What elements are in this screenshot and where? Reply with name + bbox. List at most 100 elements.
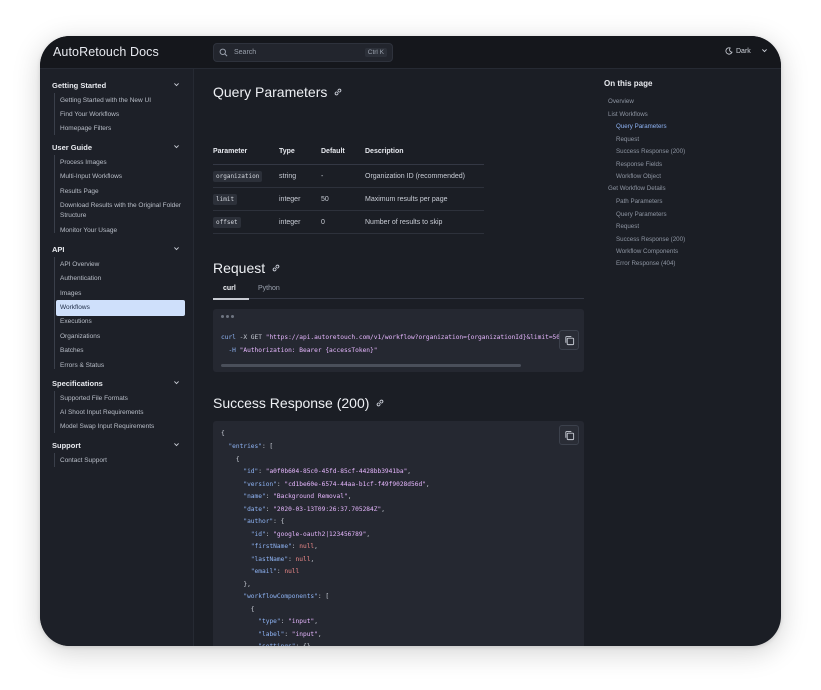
code-line: -H "Authorization: Bearer {accessToken}" (221, 347, 377, 354)
sidebar-item-getting-started-new-ui[interactable]: Getting Started with the New UI (60, 96, 184, 106)
sidebar-section-api[interactable]: API (52, 245, 180, 254)
code-command: curl (221, 334, 236, 341)
param-default: - (321, 164, 365, 188)
sidebar-item-ai-shoot-requirements[interactable]: AI Shoot Input Requirements (60, 408, 184, 418)
copy-button[interactable] (559, 330, 579, 350)
column-header: Type (279, 148, 321, 165)
json-first-name: null (299, 543, 315, 550)
moon-icon (725, 47, 733, 55)
query-parameters-table: Parameter Type Default Description organ… (213, 148, 484, 234)
sidebar-item-download-results[interactable]: Download Results with the Original Folde… (60, 201, 184, 220)
param-type: integer (279, 210, 321, 234)
link-icon[interactable] (333, 87, 343, 97)
sidebar-section-user-guide[interactable]: User Guide (52, 143, 180, 152)
sidebar-item-batches[interactable]: Batches (60, 346, 184, 356)
sidebar-item-images[interactable]: Images (60, 289, 184, 299)
horizontal-scrollbar[interactable] (221, 364, 521, 367)
chevron-down-icon (174, 381, 179, 385)
sidebar-section-support[interactable]: Support (52, 441, 180, 450)
code-line: "date": "2020-03-13T09:26:37.705284Z", (243, 506, 385, 513)
sidebar-item-supported-file-formats[interactable]: Supported File Formats (60, 394, 184, 404)
code-line: { (221, 456, 240, 463)
search-box[interactable]: Search Ctrl K (213, 43, 393, 62)
code-line: "settings": {} (221, 643, 310, 646)
link-icon[interactable] (271, 263, 281, 273)
copy-button[interactable] (559, 425, 579, 445)
json-last-name: null (295, 556, 311, 563)
site-title[interactable]: AutoRetouch Docs (53, 45, 159, 59)
json-date: 2020-03-13T09:26:37.705284Z (276, 506, 378, 513)
toc-item-list-workflows[interactable]: List Workflows (608, 111, 648, 118)
theme-toggle[interactable]: Dark (725, 47, 751, 55)
toc-item-response-fields[interactable]: Response Fields (616, 161, 662, 168)
column-header: Default (321, 148, 365, 165)
chevron-down-icon (174, 145, 179, 149)
sidebar-item-find-workflows[interactable]: Find Your Workflows (60, 110, 184, 120)
heading-text: Success Response (200) (213, 395, 370, 411)
sidebar-section-getting-started[interactable]: Getting Started (52, 81, 180, 90)
code-line: "workflowComponents": [ (243, 593, 330, 600)
window-dots (221, 315, 234, 318)
link-icon[interactable] (375, 398, 385, 408)
copy-icon (564, 430, 574, 440)
chevron-down-icon (174, 83, 179, 87)
toc-item-request[interactable]: Request (616, 136, 639, 143)
json-component-type: input (291, 618, 311, 625)
app-window: AutoRetouch Docs Search Ctrl K Dark Gett… (40, 36, 781, 646)
sidebar-item-authentication[interactable]: Authentication (60, 274, 184, 284)
toc-item-workflow-components[interactable]: Workflow Components (616, 248, 678, 255)
code-line: "lastName": null, (250, 556, 315, 563)
main-content: Query Parameters Parameter Type Default … (194, 69, 604, 646)
chevron-down-icon[interactable] (761, 47, 768, 54)
toc-item-path-parameters[interactable]: Path Parameters (616, 198, 662, 205)
param-name-cell: limit (213, 187, 279, 211)
sidebar-item-homepage-filters[interactable]: Homepage Filters (60, 124, 184, 134)
code-tabs: curl Python (213, 285, 584, 300)
sidebar-item-results-page[interactable]: Results Page (60, 187, 184, 197)
toc-item-overview[interactable]: Overview (608, 98, 634, 105)
tab-curl[interactable]: curl (223, 285, 236, 292)
sidebar-item-contact-support[interactable]: Contact Support (60, 456, 184, 466)
sidebar-section-specifications[interactable]: Specifications (52, 379, 180, 388)
param-description: Maximum results per page (365, 187, 484, 211)
code-line: "label": "input", (258, 631, 322, 638)
toc-item-request-2[interactable]: Request (616, 223, 639, 230)
sidebar-item-monitor-usage[interactable]: Monitor Your Usage (60, 226, 184, 236)
chevron-down-icon (174, 247, 179, 251)
sidebar-item-process-images[interactable]: Process Images (60, 158, 184, 168)
active-tab-indicator (213, 298, 249, 300)
sidebar-item-errors-status[interactable]: Errors & Status (60, 361, 184, 371)
code-line: { (221, 606, 255, 613)
sidebar-item-workflows[interactable]: Workflows (56, 300, 185, 316)
sidebar-item-executions[interactable]: Executions (60, 317, 184, 327)
column-header: Description (365, 148, 484, 165)
sidebar-item-organizations[interactable]: Organizations (60, 332, 184, 342)
sidebar-item-multi-input-workflows[interactable]: Multi-Input Workflows (60, 172, 184, 182)
sidebar-item-model-swap-requirements[interactable]: Model Swap Input Requirements (60, 422, 184, 432)
code-line: "entries": [ (228, 443, 274, 450)
toc-item-query-parameters-2[interactable]: Query Parameters (616, 211, 667, 218)
toc-title: On this page (604, 79, 653, 88)
on-this-page-panel: On this page Overview List Workflows Que… (604, 69, 781, 646)
sidebar-item-api-overview[interactable]: API Overview (60, 260, 184, 270)
section-title: Specifications (52, 379, 103, 388)
toc-item-query-parameters[interactable]: Query Parameters (616, 123, 667, 130)
heading-text: Request (213, 260, 266, 276)
param-name-cell: offset (213, 210, 279, 234)
section-rail (54, 391, 55, 433)
toc-item-success-response[interactable]: Success Response (200) (616, 148, 685, 155)
heading-text: Query Parameters (213, 84, 328, 100)
toc-item-success-response-2[interactable]: Success Response (200) (616, 236, 685, 243)
tab-python[interactable]: Python (258, 285, 280, 292)
code-line: curl -X GET "https://api.autoretouch.com… (221, 334, 560, 341)
toc-item-get-workflow-details[interactable]: Get Workflow Details (608, 185, 666, 192)
json-version: cd1be60e-6574-44aa-b1cf-f49f9028d56d (288, 481, 423, 488)
toc-item-error-response[interactable]: Error Response (404) (616, 260, 676, 267)
code-line: "id": "a0f0b604-85c0-45fd-85cf-4428bb394… (243, 468, 412, 475)
table-row: organization string - Organization ID (r… (213, 164, 484, 188)
param-name: limit (213, 193, 238, 205)
code-line: }, (221, 581, 251, 588)
code-url: "https://api.autoretouch.com/v1/workflow… (265, 334, 561, 341)
toc-item-workflow-object[interactable]: Workflow Object (616, 173, 661, 180)
section-rail (54, 155, 55, 233)
